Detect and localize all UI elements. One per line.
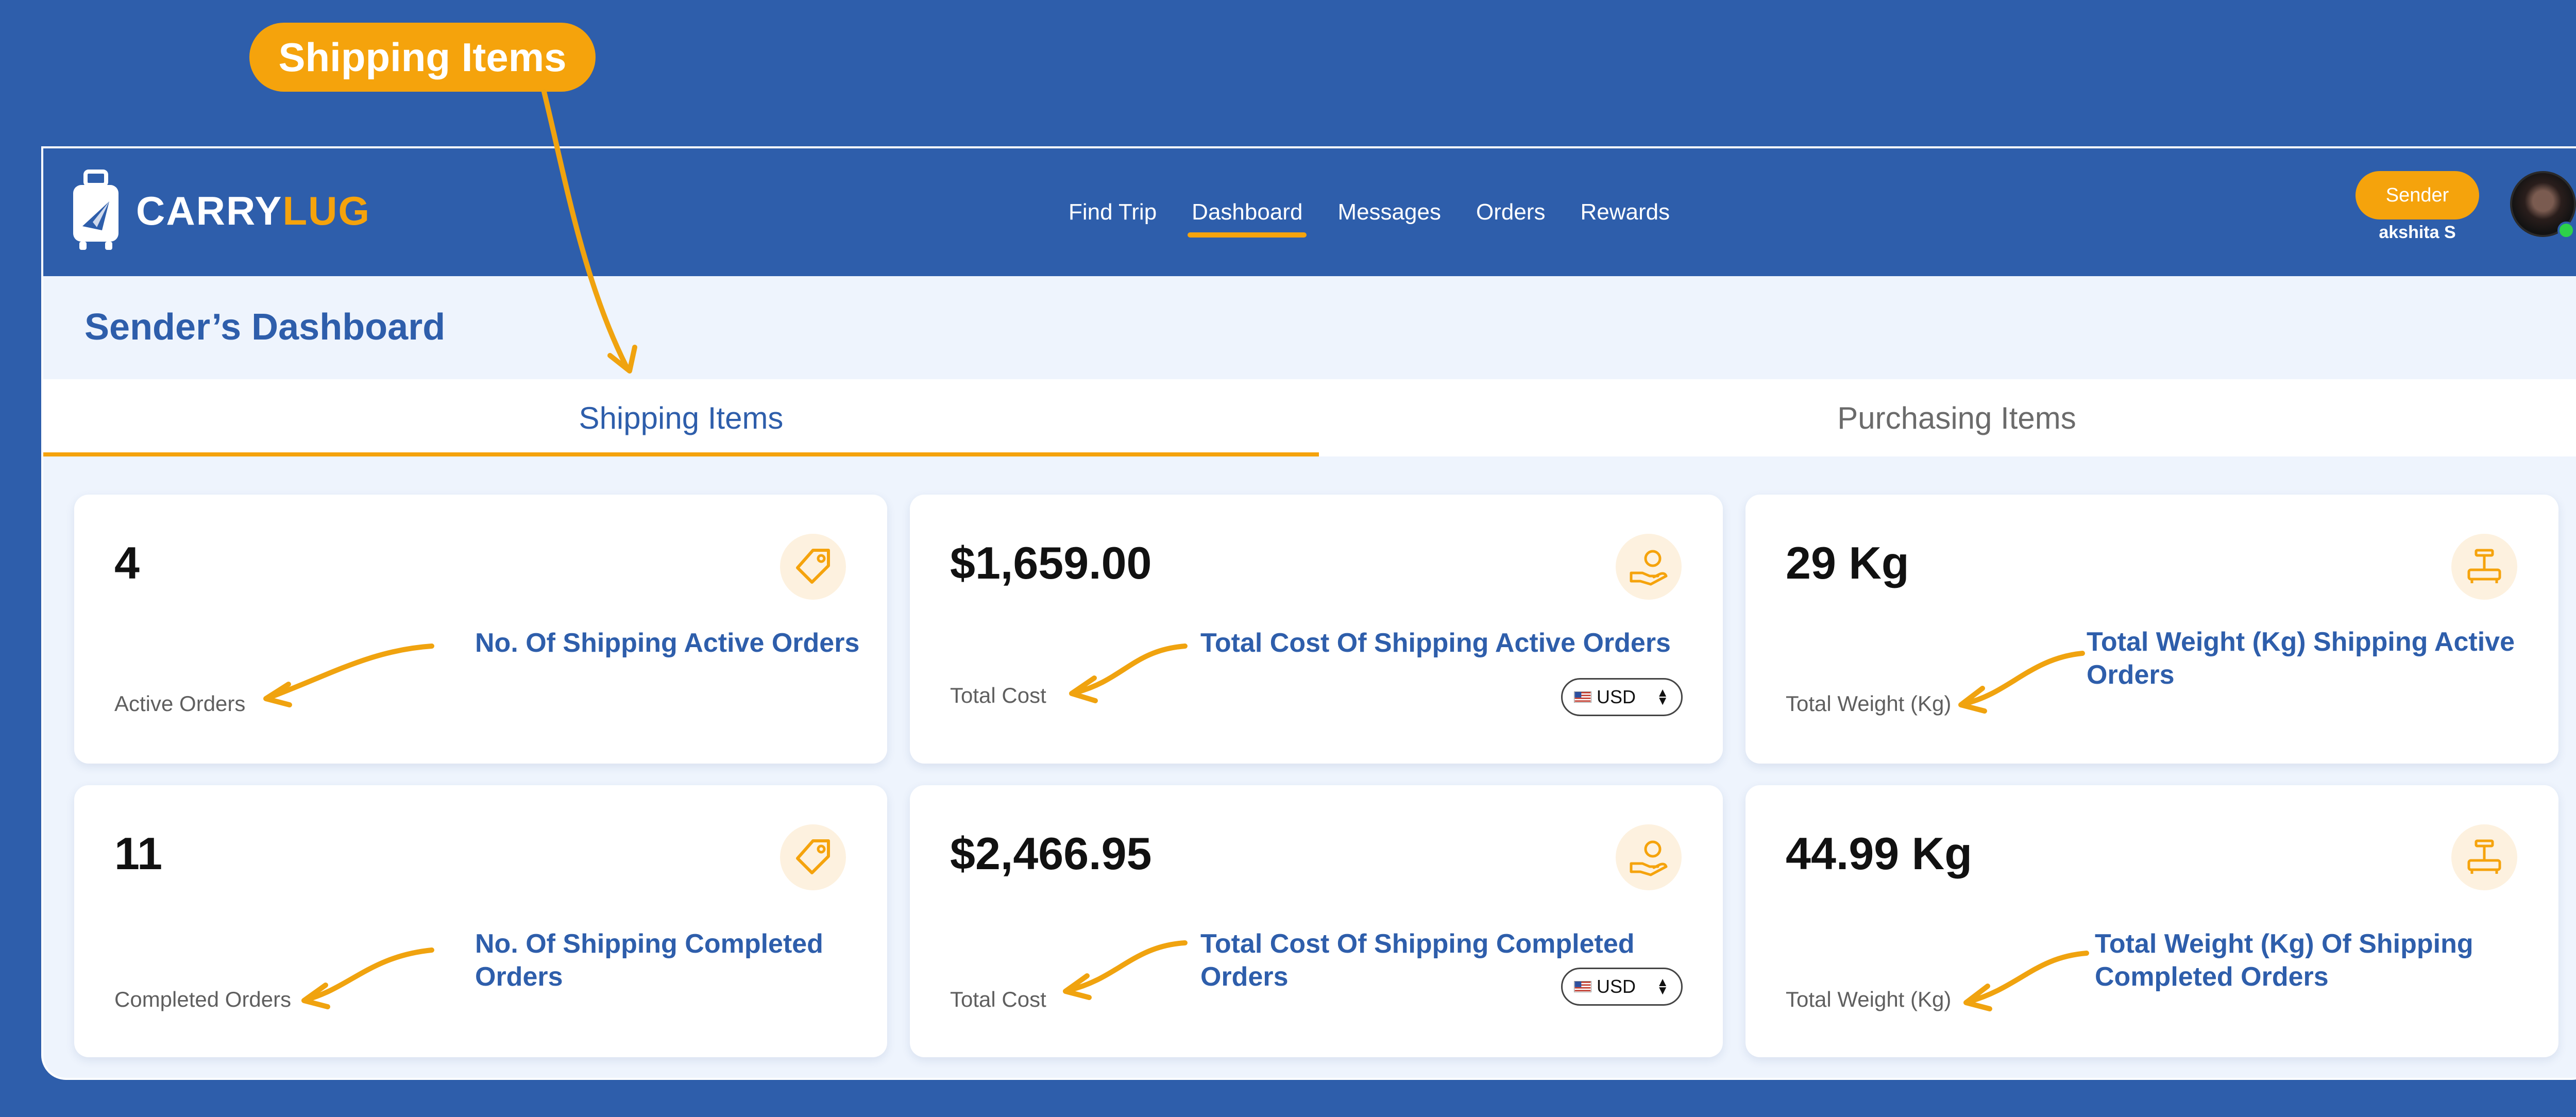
us-flag-icon bbox=[1574, 691, 1591, 703]
currency-value: USD bbox=[1597, 976, 1636, 997]
active-total-cost-annotation: Total Cost Of Shipping Active Orders bbox=[1200, 628, 1671, 658]
weight-scale-icon bbox=[2451, 824, 2517, 890]
completed-total-weight-card: 44.99 Kg Total Weight (Kg) Of Shipping C… bbox=[1745, 785, 2558, 1057]
currency-select[interactable]: USD ▲ ▼ bbox=[1561, 678, 1683, 716]
top-header: CARRYLUG Find Trip Dashboard Messages Or… bbox=[43, 148, 2576, 276]
callout-label: Shipping Items bbox=[278, 34, 567, 80]
completed-total-cost-card: $2,466.95 Total Cost Of Shipping Complet… bbox=[910, 785, 1723, 1057]
tag-icon bbox=[780, 534, 846, 600]
completed-orders-value: 11 bbox=[114, 828, 163, 879]
active-total-cost-label: Total Cost bbox=[950, 683, 1046, 707]
page-title: Sender’s Dashboard bbox=[84, 307, 446, 348]
luggage-icon bbox=[73, 170, 118, 250]
active-total-weight-card: 29 Kg Total Weight (Kg) Shipping Active … bbox=[1745, 495, 2558, 764]
completed-total-cost-label: Total Cost bbox=[950, 987, 1046, 1011]
money-hand-icon bbox=[1616, 824, 1682, 890]
nav-rewards[interactable]: Rewards bbox=[1580, 199, 1670, 225]
role-switch-button[interactable]: Sender bbox=[2355, 171, 2479, 219]
brand-name-part1: CARRY bbox=[136, 188, 283, 233]
active-total-cost-card: $1,659.00 Total Cost Of Shipping Active … bbox=[910, 495, 1723, 764]
role-label: Sender bbox=[2385, 184, 2449, 206]
tab-purchasing-items[interactable]: Purchasing Items bbox=[1319, 379, 2576, 456]
completed-total-weight-annotation: Total Weight (Kg) Of Shipping Completed … bbox=[2095, 929, 2473, 992]
user-name: akshita S bbox=[2379, 223, 2456, 242]
currency-value: USD bbox=[1597, 686, 1636, 707]
app-frame: CARRYLUG Find Trip Dashboard Messages Or… bbox=[41, 146, 2576, 1080]
active-orders-annotation: No. Of Shipping Active Orders bbox=[475, 628, 860, 658]
currency-select[interactable]: USD ▲ ▼ bbox=[1561, 968, 1683, 1006]
active-total-weight-value: 29 Kg bbox=[1786, 537, 1909, 588]
completed-total-weight-label: Total Weight (Kg) bbox=[1786, 987, 1952, 1011]
completed-total-weight-value: 44.99 Kg bbox=[1786, 828, 1972, 879]
shipping-items-callout: Shipping Items bbox=[249, 23, 596, 92]
active-total-weight-annotation: Total Weight (Kg) Shipping Active Orders bbox=[2087, 627, 2515, 690]
active-orders-card: 4 No. Of Shipping Active Orders Active O… bbox=[74, 495, 887, 764]
completed-orders-card: 11 No. Of Shipping Completed Orders Comp… bbox=[74, 785, 887, 1057]
active-total-weight-label: Total Weight (Kg) bbox=[1786, 691, 1952, 716]
tab-shipping-items[interactable]: Shipping Items bbox=[43, 379, 1319, 456]
brand-name-part2: LUG bbox=[282, 188, 371, 233]
item-type-tabs: Shipping Items Purchasing Items bbox=[43, 379, 2576, 456]
nav-find-trip[interactable]: Find Trip bbox=[1069, 199, 1157, 225]
brand-name: CARRYLUG bbox=[136, 188, 370, 234]
weight-scale-icon bbox=[2451, 534, 2517, 600]
nav-messages[interactable]: Messages bbox=[1337, 199, 1441, 225]
active-orders-value: 4 bbox=[114, 537, 140, 588]
money-hand-icon bbox=[1616, 534, 1682, 600]
completed-orders-label: Completed Orders bbox=[114, 987, 292, 1011]
nav-dashboard[interactable]: Dashboard bbox=[1188, 199, 1307, 238]
select-arrows-icon: ▲ ▼ bbox=[1656, 686, 1669, 708]
active-orders-label: Active Orders bbox=[114, 691, 246, 716]
main-nav: Find Trip Dashboard Messages Orders Rewa… bbox=[1069, 148, 1705, 276]
us-flag-icon bbox=[1574, 981, 1591, 992]
active-total-cost-value: $1,659.00 bbox=[950, 537, 1152, 588]
nav-orders[interactable]: Orders bbox=[1476, 199, 1545, 225]
completed-orders-annotation: No. Of Shipping Completed Orders bbox=[475, 929, 823, 992]
completed-total-cost-value: $2,466.95 bbox=[950, 828, 1152, 879]
brand-logo[interactable]: CARRYLUG bbox=[70, 167, 370, 255]
select-arrows-icon: ▲ ▼ bbox=[1656, 975, 1669, 997]
tag-icon bbox=[780, 824, 846, 890]
online-status-dot bbox=[2557, 222, 2575, 239]
